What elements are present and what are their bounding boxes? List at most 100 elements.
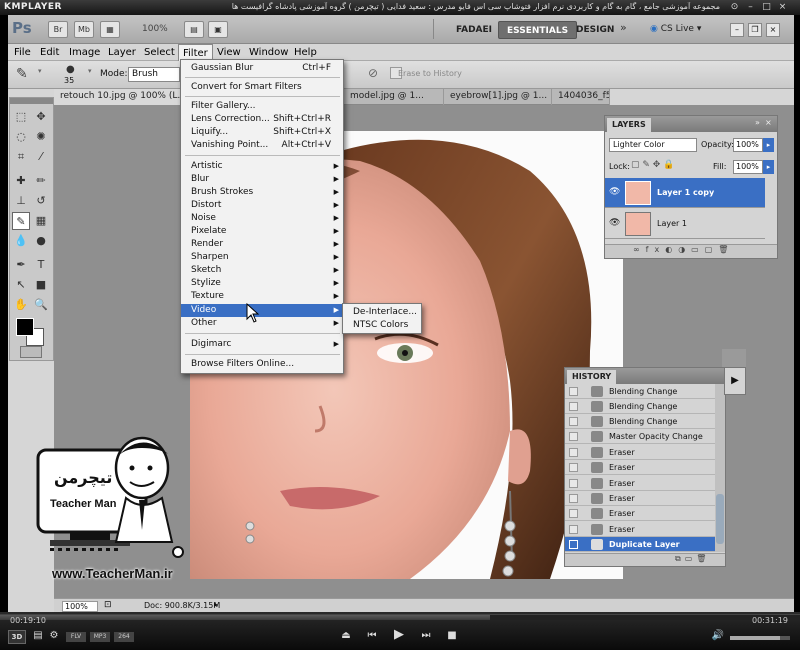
minimize-icon[interactable]: – <box>744 1 757 13</box>
lasso-tool-icon[interactable]: ◌ <box>12 128 30 146</box>
menu-item-sketch[interactable]: Sketch ▶ <box>181 264 343 277</box>
gradient-tool-icon[interactable]: ▦ <box>32 212 50 230</box>
lock-icons[interactable]: ▢ ✎ ✥ 🔒 <box>631 160 674 170</box>
healing-brush-tool-icon[interactable]: ✚ <box>12 172 30 190</box>
pen-tool-icon[interactable]: ✒ <box>12 256 30 274</box>
quick-select-tool-icon[interactable]: ✺ <box>32 128 50 146</box>
tools-panel-grip[interactable] <box>10 98 53 104</box>
opacity-arrow-icon[interactable]: ▸ <box>763 138 774 152</box>
history-item[interactable]: Eraser <box>565 445 715 460</box>
history-item[interactable]: Eraser <box>565 460 715 475</box>
menu-item-brush-strokes[interactable]: Brush Strokes ▶ <box>181 186 343 199</box>
type-tool-icon[interactable]: T <box>32 256 50 274</box>
history-item[interactable]: Eraser <box>565 476 715 491</box>
visibility-eye-icon[interactable]: 👁 <box>609 187 620 197</box>
brush-size[interactable]: 35 <box>64 76 74 85</box>
menu-item-other[interactable]: Other ▶ <box>181 317 343 330</box>
quick-mask-icon[interactable] <box>20 346 42 358</box>
path-select-tool-icon[interactable]: ↖ <box>12 276 30 294</box>
menu-item-ntsc-colors[interactable]: NTSC Colors <box>343 319 421 332</box>
volume-icon[interactable]: 🔊 <box>710 630 726 641</box>
hand-tool-icon[interactable]: ✋ <box>12 296 30 314</box>
screen-mode-icon[interactable]: ▣ <box>208 21 228 38</box>
menu-image[interactable]: Image <box>65 44 104 61</box>
dodge-tool-icon[interactable]: ● <box>32 232 50 250</box>
status-arrow-icon[interactable]: ▸ <box>214 600 218 609</box>
tab-model[interactable]: model.jpg @ 1... <box>344 89 444 105</box>
eraser-tool-icon[interactable]: ✎ <box>16 66 28 82</box>
dropdown-arrow-icon[interactable]: ▾ <box>88 67 92 75</box>
ps-restore-icon[interactable]: ❐ <box>748 23 762 37</box>
menu-select[interactable]: Select <box>140 44 179 61</box>
previous-icon[interactable]: ⏮ <box>364 630 380 641</box>
history-item[interactable]: Blending Change <box>565 399 715 414</box>
settings-icon[interactable]: ⚙ <box>46 630 62 641</box>
more-workspaces-icon[interactable]: » <box>620 21 627 34</box>
menu-item-artistic[interactable]: Artistic ▶ <box>181 160 343 173</box>
status-zoom[interactable]: 100% <box>62 601 98 612</box>
fill-arrow-icon[interactable]: ▸ <box>763 160 774 174</box>
history-brush-tool-icon[interactable]: ↺ <box>32 192 50 210</box>
move-tool-icon[interactable]: ✥ <box>32 108 50 126</box>
menu-item-video[interactable]: Video ▶ <box>181 304 343 317</box>
menu-item-render[interactable]: Render ▶ <box>181 238 343 251</box>
menu-item-convert-smart[interactable]: Convert for Smart Filters <box>181 81 343 94</box>
history-item[interactable]: Blending Change <box>565 384 715 399</box>
zoom-level[interactable]: 100% <box>142 24 168 34</box>
menu-edit[interactable]: Edit <box>36 44 63 61</box>
menu-item-sharpen[interactable]: Sharpen ▶ <box>181 251 343 264</box>
ps-close-icon[interactable]: × <box>766 23 780 37</box>
menu-item-texture[interactable]: Texture ▶ <box>181 290 343 303</box>
fill-input[interactable]: 100% <box>733 160 763 174</box>
menu-item-pixelate[interactable]: Pixelate ▶ <box>181 225 343 238</box>
volume-slider[interactable] <box>730 636 790 640</box>
eject-icon[interactable]: ⏏ <box>338 630 354 641</box>
bridge-icon[interactable]: Br <box>48 21 68 38</box>
history-item[interactable]: Eraser <box>565 506 715 521</box>
history-item[interactable]: Eraser <box>565 491 715 506</box>
foreground-color-swatch[interactable] <box>16 318 34 336</box>
status-proof-icon[interactable]: ⊡ <box>104 600 112 610</box>
collapse-icon[interactable]: » <box>755 118 760 127</box>
menu-file[interactable]: File <box>10 44 35 61</box>
menu-item-browse-filters[interactable]: Browse Filters Online... <box>181 358 343 371</box>
tab-history[interactable]: HISTORY <box>567 370 617 384</box>
arrange-icon[interactable]: ▤ <box>184 21 204 38</box>
history-scrollbar[interactable] <box>715 384 725 552</box>
workspace-fadaei[interactable]: FADAEI <box>448 21 500 39</box>
menu-item-blur[interactable]: Blur ▶ <box>181 173 343 186</box>
ps-minimize-icon[interactable]: – <box>730 23 744 37</box>
seek-bar[interactable] <box>0 614 800 620</box>
visibility-eye-icon[interactable]: 👁 <box>609 218 620 228</box>
pin-icon[interactable]: ⊙ <box>728 1 741 13</box>
history-item[interactable]: Eraser <box>565 522 715 537</box>
layer-row-layer-1[interactable]: 👁 Layer 1 <box>605 209 765 239</box>
eyedropper-tool-icon[interactable]: ⁄ <box>32 148 50 166</box>
mode-select[interactable]: Brush <box>128 67 180 82</box>
menu-item-noise[interactable]: Noise ▶ <box>181 212 343 225</box>
layer-row-layer-1-copy[interactable]: 👁 Layer 1 copy <box>605 178 765 208</box>
menu-layer[interactable]: Layer <box>104 44 140 61</box>
history-footer-icons[interactable]: ⧉▭🗑 <box>565 553 725 566</box>
marquee-tool-icon[interactable]: ⬚ <box>12 108 30 126</box>
dropdown-arrow-icon[interactable]: ▾ <box>38 67 42 75</box>
clone-stamp-tool-icon[interactable]: ⊥ <box>12 192 30 210</box>
minibridge-icon[interactable]: Mb <box>74 21 94 38</box>
history-item[interactable]: Blending Change <box>565 414 715 429</box>
zoom-tool-icon[interactable]: 🔍 <box>32 296 50 314</box>
maximize-icon[interactable]: □ <box>760 1 773 13</box>
menu-item-gaussian-blur[interactable]: Gaussian Blur Ctrl+F <box>181 62 343 75</box>
menu-item-filter-gallery[interactable]: Filter Gallery... <box>181 100 343 113</box>
close-icon[interactable]: × <box>765 118 772 127</box>
menu-item-stylize[interactable]: Stylize ▶ <box>181 277 343 290</box>
3d-button[interactable]: 3D <box>8 630 26 644</box>
eraser-tool-selected-icon[interactable]: ✎ <box>12 212 30 230</box>
playlist-icon[interactable]: ▤ <box>30 630 46 641</box>
blend-mode-select[interactable]: Lighter Color <box>609 138 697 152</box>
crop-tool-icon[interactable]: ⌗ <box>12 148 30 166</box>
tab-eyebrow[interactable]: eyebrow[1].jpg @ 1... <box>444 89 552 105</box>
tab-1404036[interactable]: 1404036_f520[1].jpg @ 1... <box>552 89 610 105</box>
brush-preset-icon[interactable]: ● <box>66 64 75 75</box>
tablet-pressure-icon[interactable]: ⊘ <box>368 66 378 80</box>
stop-icon[interactable]: ■ <box>444 630 460 641</box>
